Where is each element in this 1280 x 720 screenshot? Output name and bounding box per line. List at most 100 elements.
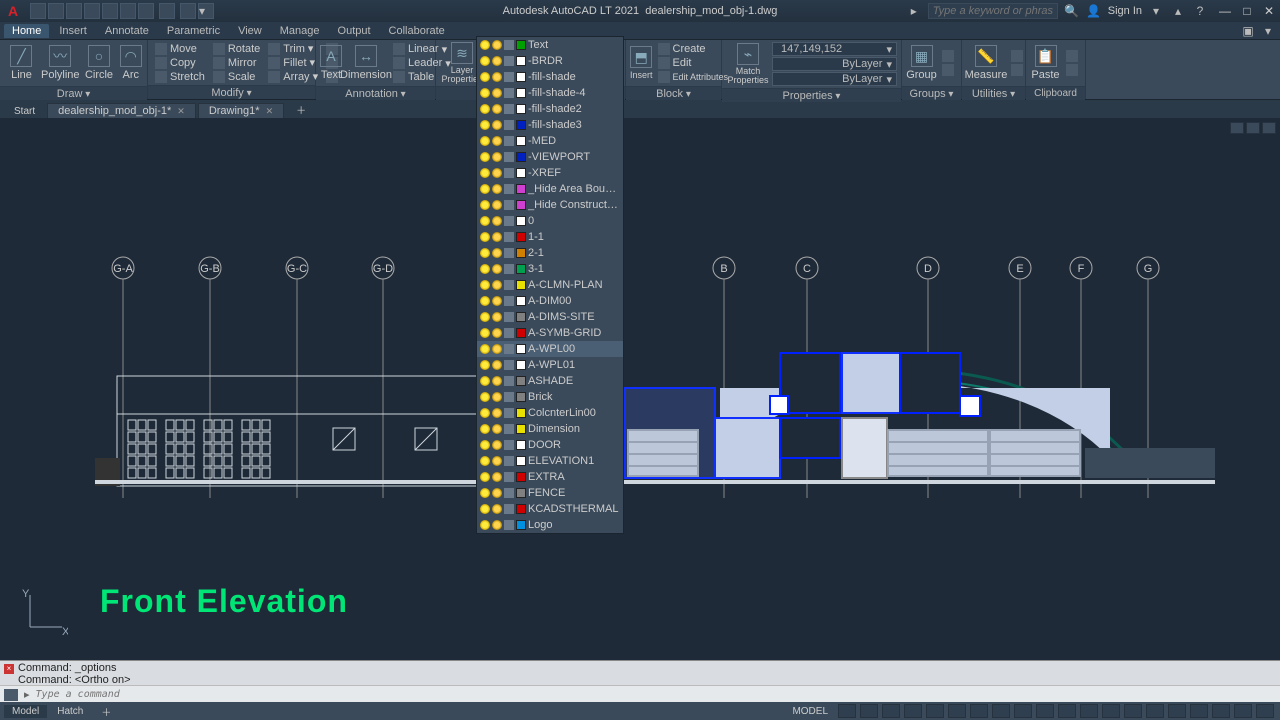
layer-color-swatch[interactable]: [516, 40, 526, 50]
fillet-button[interactable]: Fillet ▾: [265, 56, 321, 69]
cmd-close-icon[interactable]: ×: [4, 664, 14, 674]
layer-row[interactable]: EXTRA: [477, 469, 623, 485]
layer-freeze-icon[interactable]: [492, 504, 502, 514]
layer-color-swatch[interactable]: [516, 296, 526, 306]
stretch-button[interactable]: Stretch: [152, 70, 208, 83]
layer-freeze-icon[interactable]: [492, 216, 502, 226]
layer-lock-icon[interactable]: [504, 72, 514, 82]
status-annovis-icon[interactable]: [1058, 704, 1076, 718]
copy-button[interactable]: Copy: [152, 56, 208, 69]
layer-freeze-icon[interactable]: [492, 312, 502, 322]
status-annoscale-icon[interactable]: [1036, 704, 1054, 718]
layer-on-icon[interactable]: [480, 248, 490, 258]
tab-home[interactable]: Home: [4, 24, 49, 38]
layer-row[interactable]: A-DIMS-SITE: [477, 309, 623, 325]
featured-apps-icon[interactable]: ▣: [1240, 23, 1256, 39]
clip-extra2[interactable]: [1063, 64, 1081, 77]
layer-freeze-icon[interactable]: [492, 408, 502, 418]
close-icon[interactable]: ✕: [177, 106, 185, 117]
layer-color-swatch[interactable]: [516, 120, 526, 130]
layer-row[interactable]: Text: [477, 37, 623, 53]
status-lock-icon[interactable]: [1168, 704, 1186, 718]
layer-color-swatch[interactable]: [516, 184, 526, 194]
linetype-combo[interactable]: ByLayer▾: [772, 57, 897, 71]
layer-color-swatch[interactable]: [516, 504, 526, 514]
layer-on-icon[interactable]: [480, 520, 490, 530]
panel-title-utilities[interactable]: Utilities ▾: [962, 86, 1025, 100]
qat-share-icon[interactable]: [180, 3, 196, 19]
command-input[interactable]: [36, 689, 1276, 700]
layer-on-icon[interactable]: [480, 392, 490, 402]
layer-freeze-icon[interactable]: [492, 232, 502, 242]
qat-save-icon[interactable]: [66, 3, 82, 19]
clip-extra1[interactable]: [1063, 50, 1081, 63]
measure-button[interactable]: 📏Measure: [966, 42, 1006, 84]
status-custom-icon[interactable]: [1256, 704, 1274, 718]
layer-lock-icon[interactable]: [504, 120, 514, 130]
layer-row[interactable]: Dimension: [477, 421, 623, 437]
layer-color-swatch[interactable]: [516, 408, 526, 418]
layer-color-swatch[interactable]: [516, 440, 526, 450]
layer-row[interactable]: ASHADE: [477, 373, 623, 389]
text-button[interactable]: AText: [320, 42, 342, 84]
status-mode[interactable]: MODEL: [786, 706, 834, 717]
doctab-dealership[interactable]: dealership_mod_obj-1*✕: [47, 103, 196, 118]
layer-on-icon[interactable]: [480, 232, 490, 242]
stayconnected-icon[interactable]: ▴: [1170, 3, 1186, 19]
layer-lock-icon[interactable]: [504, 296, 514, 306]
status-ortho-icon[interactable]: [882, 704, 900, 718]
layer-on-icon[interactable]: [480, 360, 490, 370]
layer-row[interactable]: 1-1: [477, 229, 623, 245]
circle-button[interactable]: ○Circle: [82, 42, 117, 84]
layer-row[interactable]: _Hide Construction Lines: [477, 197, 623, 213]
layer-on-icon[interactable]: [480, 296, 490, 306]
command-chevron-icon[interactable]: ▸: [24, 688, 30, 701]
layer-on-icon[interactable]: [480, 312, 490, 322]
status-cycling-icon[interactable]: [1014, 704, 1032, 718]
layer-on-icon[interactable]: [480, 104, 490, 114]
layer-lock-icon[interactable]: [504, 40, 514, 50]
infocenter-search-input[interactable]: [928, 3, 1058, 19]
layer-color-swatch[interactable]: [516, 216, 526, 226]
panel-title-properties[interactable]: Properties ▾: [722, 88, 901, 102]
layer-lock-icon[interactable]: [504, 520, 514, 530]
layer-freeze-icon[interactable]: [492, 456, 502, 466]
qat-dropdown-icon[interactable]: ▾: [198, 3, 214, 19]
layer-lock-icon[interactable]: [504, 264, 514, 274]
layer-row[interactable]: ColcnterLin00: [477, 405, 623, 421]
match-properties-button[interactable]: ⌁Match Properties: [726, 43, 770, 85]
layer-row[interactable]: -XREF: [477, 165, 623, 181]
layer-color-swatch[interactable]: [516, 472, 526, 482]
tab-manage[interactable]: Manage: [272, 24, 328, 38]
layer-freeze-icon[interactable]: [492, 472, 502, 482]
panel-title-modify[interactable]: Modify ▾: [148, 85, 315, 99]
layer-color-swatch[interactable]: [516, 88, 526, 98]
window-maximize-button[interactable]: □: [1236, 2, 1258, 20]
layer-color-swatch[interactable]: [516, 152, 526, 162]
layer-lock-icon[interactable]: [504, 232, 514, 242]
layer-on-icon[interactable]: [480, 200, 490, 210]
layer-freeze-icon[interactable]: [492, 56, 502, 66]
layer-row[interactable]: -fill-shade2: [477, 101, 623, 117]
doctab-drawing1[interactable]: Drawing1*✕: [198, 103, 284, 118]
layer-on-icon[interactable]: [480, 120, 490, 130]
layer-lock-icon[interactable]: [504, 168, 514, 178]
status-polar-icon[interactable]: [904, 704, 922, 718]
util-extra2[interactable]: [1008, 64, 1026, 77]
layer-on-icon[interactable]: [480, 168, 490, 178]
layer-freeze-icon[interactable]: [492, 168, 502, 178]
layer-lock-icon[interactable]: [504, 488, 514, 498]
layer-row[interactable]: A-DIM00: [477, 293, 623, 309]
tab-output[interactable]: Output: [330, 24, 379, 38]
ribbon-min-icon[interactable]: ▾: [1260, 23, 1276, 39]
status-ws-icon[interactable]: [1080, 704, 1098, 718]
layer-row[interactable]: 2-1: [477, 245, 623, 261]
layer-lock-icon[interactable]: [504, 104, 514, 114]
layer-on-icon[interactable]: [480, 216, 490, 226]
layer-lock-icon[interactable]: [504, 344, 514, 354]
paste-button[interactable]: 📋Paste: [1030, 42, 1061, 84]
layer-freeze-icon[interactable]: [492, 392, 502, 402]
layer-lock-icon[interactable]: [504, 312, 514, 322]
layer-lock-icon[interactable]: [504, 136, 514, 146]
status-otrack-icon[interactable]: [948, 704, 966, 718]
